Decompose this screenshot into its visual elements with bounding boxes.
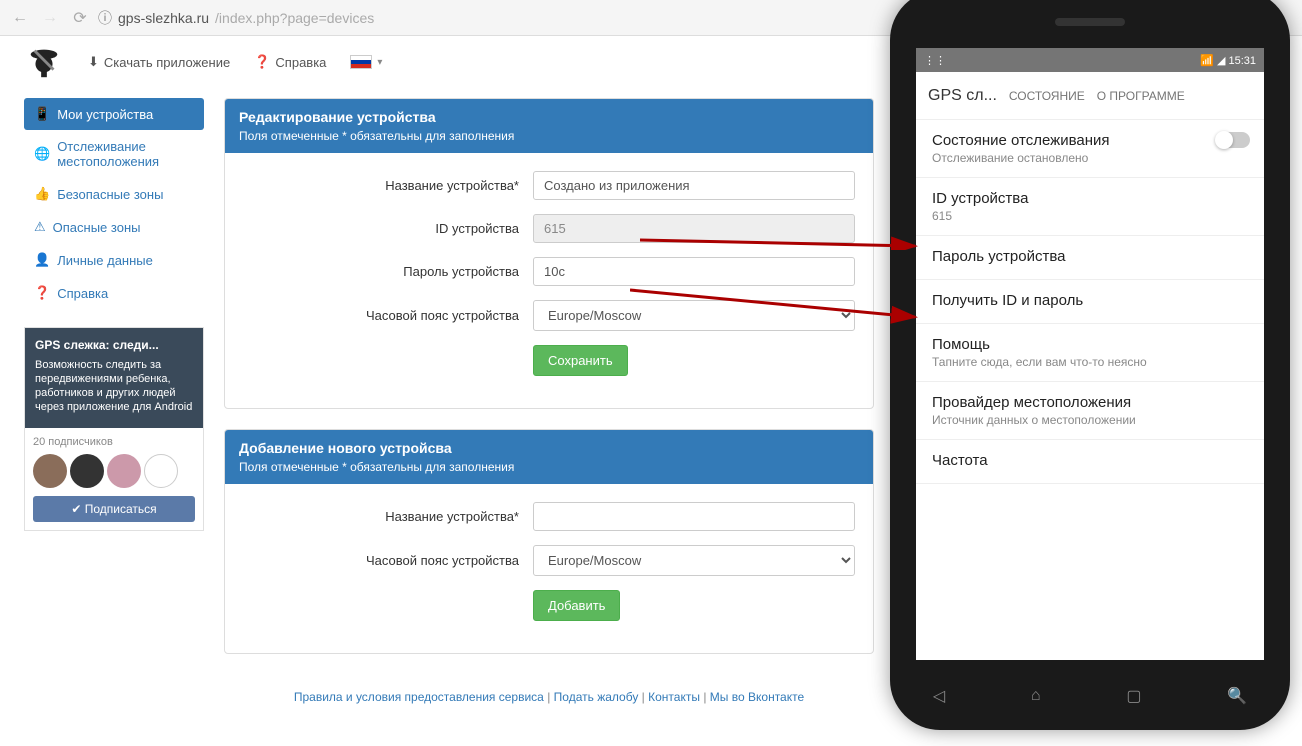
list-item-subtitle: Тапните сюда, если вам что-то неясно	[932, 355, 1248, 369]
footer-vk[interactable]: Мы во Вконтакте	[710, 690, 804, 704]
footer: Правила и условия предоставления сервиса…	[224, 674, 874, 720]
vk-avatars	[33, 454, 195, 488]
android-icon: ⋮⋮	[924, 54, 946, 67]
reload-icon[interactable]: ⟳	[68, 6, 92, 30]
user-icon: 👤	[34, 252, 50, 268]
phone-list-item[interactable]: ID устройства 615	[916, 178, 1264, 236]
url-domain: gps-slezhka.ru	[118, 10, 209, 26]
flag-ru-icon	[350, 55, 372, 69]
list-item-title: Помощь	[932, 336, 1248, 353]
globe-icon: 🌐	[34, 146, 50, 162]
list-item-title: Получить ID и пароль	[932, 292, 1248, 309]
new-device-tz-select[interactable]: Europe/Moscow	[533, 545, 855, 576]
edit-device-panel: Редактирование устройства Поля отмеченны…	[224, 98, 874, 409]
tab-status[interactable]: СОСТОЯНИЕ	[1009, 89, 1085, 103]
sidebar-item-tracking[interactable]: 🌐Отслеживание местоположения	[24, 131, 204, 177]
content: Редактирование устройства Поля отмеченны…	[224, 98, 874, 720]
vk-desc: Возможность следить за передвижениями ре…	[35, 358, 193, 415]
list-item-subtitle: Отслеживание остановлено	[932, 151, 1248, 165]
phone-mockup: ⋮⋮ 📶 ◢ 15:31 GPS сл... СОСТОЯНИЕ О ПРОГР…	[890, 0, 1290, 730]
toggle-switch[interactable]	[1216, 132, 1250, 148]
list-item-title: ID устройства	[932, 190, 1248, 207]
thumbs-up-icon: 👍	[34, 186, 50, 202]
device-password-label: Пароль устройства	[243, 264, 533, 279]
device-id-input	[533, 214, 855, 243]
device-id-label: ID устройства	[243, 221, 533, 236]
status-time: 15:31	[1228, 55, 1256, 67]
add-button[interactable]: Добавить	[533, 590, 620, 621]
app-title: GPS сл...	[928, 87, 997, 105]
new-device-tz-label: Часовой пояс устройства	[243, 553, 533, 568]
new-device-name-label: Название устройства*	[243, 509, 533, 524]
vk-cover[interactable]: GPS слежка: следи... Возможность следить…	[25, 328, 203, 428]
panel-title: Добавление нового устройсва	[239, 440, 859, 456]
site-logo[interactable]	[24, 42, 64, 82]
phone-statusbar: ⋮⋮ 📶 ◢ 15:31	[916, 48, 1264, 72]
recents-icon[interactable]: ▢	[1126, 686, 1141, 706]
avatar[interactable]	[33, 454, 67, 488]
phone-list-item[interactable]: Провайдер местоположения Источник данных …	[916, 382, 1264, 440]
phone-list-item[interactable]: Помощь Тапните сюда, если вам что-то неяс…	[916, 324, 1264, 382]
panel-subtitle: Поля отмеченные * обязательны для заполн…	[239, 129, 859, 143]
phone-list-item[interactable]: Получить ID и пароль	[916, 280, 1264, 324]
help-link[interactable]: ❓Справка	[254, 54, 326, 70]
back-icon[interactable]: ←	[8, 6, 32, 30]
home-icon[interactable]: ⌂	[1031, 687, 1041, 705]
sidebar-item-personal[interactable]: 👤Личные данные	[24, 244, 204, 276]
language-selector[interactable]: ▾	[350, 55, 382, 69]
phone-tabs: GPS сл... СОСТОЯНИЕ О ПРОГРАММЕ	[916, 72, 1264, 120]
phone-icon: 📱	[34, 106, 50, 122]
vk-widget: GPS слежка: следи... Возможность следить…	[24, 327, 204, 531]
list-item-subtitle: Источник данных о местоположении	[932, 413, 1248, 427]
phone-nav-bar: ◁ ⌂ ▢ 🔍	[890, 676, 1290, 716]
phone-list-item[interactable]: Состояние отслеживания Отслеживание остан…	[916, 120, 1264, 178]
panel-title: Редактирование устройства	[239, 109, 859, 125]
list-item-title: Пароль устройства	[932, 248, 1248, 265]
avatar[interactable]	[70, 454, 104, 488]
address-bar[interactable]: ⓘ gps-slezhka.ru/index.php?page=devices	[98, 8, 374, 28]
download-icon: ⬇	[88, 54, 99, 70]
sidebar-item-safe-zones[interactable]: 👍Безопасные зоны	[24, 178, 204, 210]
add-device-panel: Добавление нового устройсва Поля отмечен…	[224, 429, 874, 654]
device-name-input[interactable]	[533, 171, 855, 200]
list-item-title: Провайдер местоположения	[932, 394, 1248, 411]
save-button[interactable]: Сохранить	[533, 345, 628, 376]
tab-about[interactable]: О ПРОГРАММЕ	[1097, 89, 1185, 103]
question-icon: ❓	[254, 54, 270, 70]
footer-complaint[interactable]: Подать жалобу	[554, 690, 639, 704]
avatar[interactable]	[144, 454, 178, 488]
footer-contacts[interactable]: Контакты	[648, 690, 700, 704]
signal-icon: 📶 ◢	[1200, 55, 1228, 67]
avatar[interactable]	[107, 454, 141, 488]
phone-list: Состояние отслеживания Отслеживание остан…	[916, 120, 1264, 484]
download-link[interactable]: ⬇Скачать приложение	[88, 54, 230, 70]
warning-icon: ⚠	[34, 219, 46, 235]
device-password-input[interactable]	[533, 257, 855, 286]
list-item-title: Состояние отслеживания	[932, 132, 1248, 149]
panel-subtitle: Поля отмеченные * обязательны для заполн…	[239, 460, 859, 474]
search-icon[interactable]: 🔍	[1227, 686, 1247, 706]
phone-list-item[interactable]: Пароль устройства	[916, 236, 1264, 280]
vk-subscribers: 20 подписчиков	[33, 436, 195, 448]
device-tz-select[interactable]: Europe/Moscow	[533, 300, 855, 331]
phone-list-item[interactable]: Частота	[916, 440, 1264, 484]
sidebar-item-help[interactable]: ❓Справка	[24, 277, 204, 309]
new-device-name-input[interactable]	[533, 502, 855, 531]
footer-terms[interactable]: Правила и условия предоставления сервиса	[294, 690, 544, 704]
forward-icon[interactable]: →	[38, 6, 62, 30]
back-icon[interactable]: ◁	[933, 686, 945, 706]
info-icon: ⓘ	[98, 8, 112, 28]
device-tz-label: Часовой пояс устройства	[243, 308, 533, 323]
sidebar-item-danger-zones[interactable]: ⚠Опасные зоны	[24, 211, 204, 243]
question-icon: ❓	[34, 285, 50, 301]
device-name-label: Название устройства*	[243, 178, 533, 193]
list-item-subtitle: 615	[932, 209, 1248, 223]
url-path: /index.php?page=devices	[215, 10, 374, 26]
list-item-title: Частота	[932, 452, 1248, 469]
sidebar: 📱Мои устройства 🌐Отслеживание местополож…	[24, 98, 204, 720]
vk-title: GPS слежка: следи...	[35, 338, 193, 354]
sidebar-item-devices[interactable]: 📱Мои устройства	[24, 98, 204, 130]
vk-subscribe-button[interactable]: ✔ Подписаться	[33, 496, 195, 522]
